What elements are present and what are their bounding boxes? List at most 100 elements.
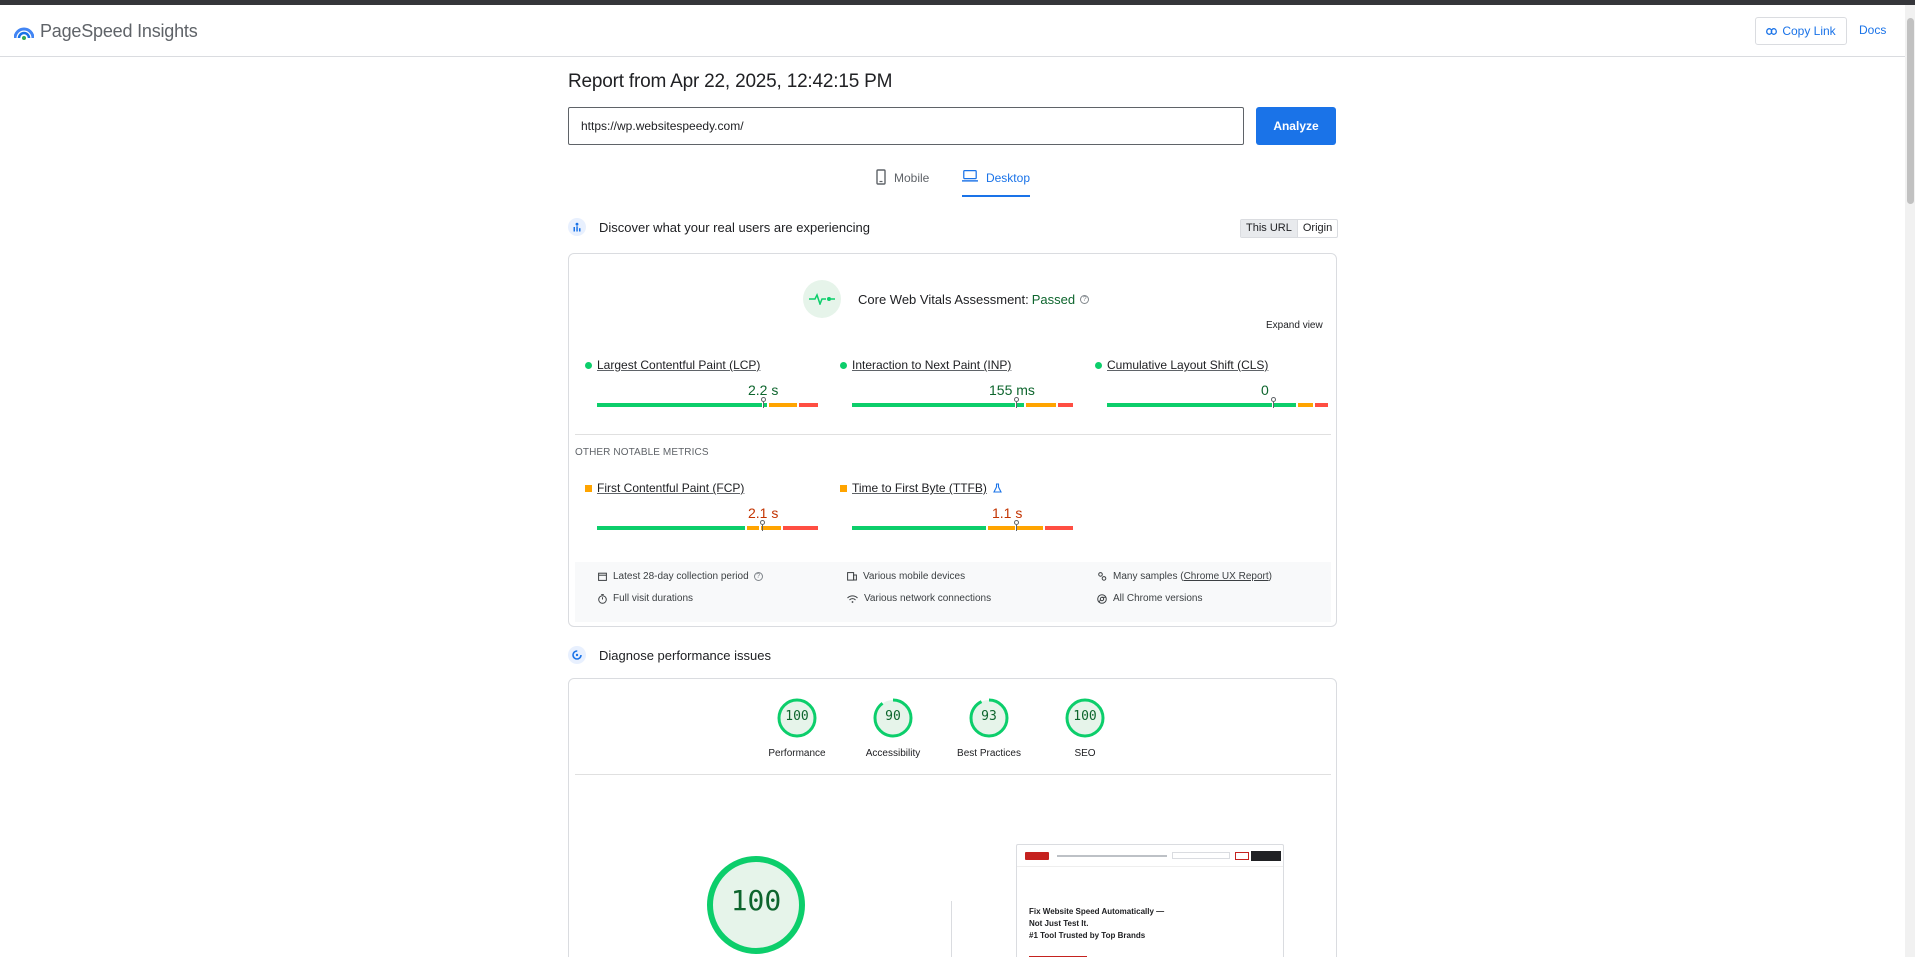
lab-data-heading: Diagnose performance issues	[568, 646, 771, 664]
ttfb-distribution-bar	[852, 520, 1073, 531]
top-header: PageSpeed Insights Copy Link Docs	[0, 5, 1905, 57]
pulse-icon	[803, 280, 841, 318]
seo-label: SEO	[1074, 748, 1096, 759]
thumbnail-headline: Fix Website Speed Automatically — Not Ju…	[1029, 907, 1165, 940]
cls-p75-marker	[1271, 397, 1276, 402]
smartphone-icon	[876, 169, 886, 185]
this-url-button[interactable]: This URL	[1241, 220, 1298, 237]
app-title: PageSpeed Insights	[40, 21, 198, 41]
users-chart-icon	[568, 218, 586, 236]
app-logo[interactable]: PageSpeed Insights	[14, 21, 198, 42]
lab-data-title: Diagnose performance issues	[599, 647, 771, 663]
performance-big-score: 100	[730, 884, 782, 917]
ttfb-p75-marker	[1014, 520, 1019, 525]
help-icon[interactable]: ?	[1080, 294, 1090, 304]
metric-ttfb-name[interactable]: Time to First Byte (TTFB)	[852, 481, 987, 495]
url-origin-toggle: This URL Origin	[1240, 219, 1339, 238]
tab-desktop-label: Desktop	[985, 171, 1030, 185]
help-icon[interactable]: ?	[753, 572, 763, 581]
performance-label: Performance	[768, 748, 826, 759]
stopwatch-icon	[598, 593, 607, 604]
cwv-assessment: Core Web Vitals Assessment: Passed ?	[803, 280, 1090, 318]
chrome-icon	[1097, 593, 1107, 604]
samples-info: Many samples (Chrome UX Report)	[1097, 571, 1272, 582]
lcp-distribution-bar	[597, 397, 818, 408]
best-practices-label: Best Practices	[957, 748, 1021, 759]
laptop-icon	[962, 170, 978, 182]
gauge-screenshot-divider	[951, 901, 952, 957]
calendar-icon	[598, 572, 607, 581]
metric-lcp: Largest Contentful Paint (LCP) 2.2 s	[585, 358, 818, 408]
people-icon	[1098, 572, 1107, 581]
copy-link-button[interactable]: Copy Link	[1755, 17, 1847, 45]
accessibility-score: 90	[885, 709, 901, 724]
score-performance[interactable]: 100 Performance	[757, 698, 837, 759]
link-icon	[1766, 27, 1778, 35]
score-accessibility[interactable]: 90 Accessibility	[853, 698, 933, 759]
performance-big-gauge: 100	[706, 855, 806, 955]
visit-durations-info: Full visit durations	[598, 593, 693, 604]
chrome-ux-report-link[interactable]: Chrome UX Report	[1184, 571, 1269, 582]
metric-fcp: First Contentful Paint (FCP) 2.1 s	[585, 481, 818, 531]
fcp-p75-marker	[760, 520, 765, 525]
good-dot-icon	[585, 361, 592, 369]
metric-inp-value: 155 ms	[989, 382, 1035, 398]
score-best-practices[interactable]: 93 Best Practices	[949, 698, 1029, 759]
tab-mobile[interactable]: Mobile	[876, 168, 929, 198]
copy-link-label: Copy Link	[1782, 24, 1836, 38]
devices-info: Various mobile devices	[847, 571, 965, 582]
devices-icon	[847, 572, 857, 581]
cls-distribution-bar	[1107, 397, 1328, 408]
inp-p75-marker	[1014, 397, 1019, 402]
thumbnail-logo	[1025, 852, 1049, 860]
tab-mobile-label: Mobile	[894, 171, 930, 185]
average-square-icon	[840, 484, 847, 492]
metric-fcp-value: 2.1 s	[748, 505, 779, 521]
collection-info-panel: Latest 28-day collection period ? Full v…	[575, 562, 1331, 622]
metric-lcp-name[interactable]: Largest Contentful Paint (LCP)	[597, 358, 760, 372]
experimental-flask-icon[interactable]	[993, 483, 1002, 493]
cwv-status: Passed	[1031, 291, 1076, 307]
metric-cls: Cumulative Layout Shift (CLS) 0	[1095, 358, 1328, 408]
page-screenshot-thumbnail: Fix Website Speed Automatically — Not Ju…	[1016, 844, 1284, 957]
scrollbar-thumb[interactable]	[1907, 18, 1914, 204]
url-input[interactable]	[568, 107, 1244, 145]
metric-lcp-value: 2.2 s	[748, 382, 779, 398]
performance-score: 100	[785, 709, 809, 724]
best-practices-score: 93	[981, 709, 997, 724]
wifi-icon	[847, 594, 858, 603]
report-title: Report from Apr 22, 2025, 12:42:15 PM	[568, 71, 893, 92]
metric-inp: Interaction to Next Paint (INP) 155 ms	[840, 358, 1073, 408]
lab-data-card: 100 Performance 90 Accessibility 93 Best…	[568, 678, 1337, 957]
scores-divider	[575, 774, 1331, 775]
lab-gauge-icon	[568, 646, 586, 664]
docs-link[interactable]: Docs	[1859, 23, 1886, 37]
accessibility-label: Accessibility	[865, 748, 921, 759]
cwv-label: Core Web Vitals Assessment:	[858, 291, 1029, 307]
tab-desktop[interactable]: Desktop	[962, 168, 1030, 197]
metric-ttfb: Time to First Byte (TTFB) 1.1 s	[840, 481, 1073, 531]
expand-view-button[interactable]: Expand view	[1266, 320, 1323, 331]
fcp-distribution-bar	[597, 520, 818, 531]
lcp-p75-marker	[761, 397, 766, 402]
metric-cls-name[interactable]: Cumulative Layout Shift (CLS)	[1107, 358, 1268, 372]
metric-ttfb-value: 1.1 s	[992, 505, 1023, 521]
other-metrics-title: OTHER NOTABLE METRICS	[575, 447, 709, 458]
average-square-icon	[585, 484, 592, 492]
good-dot-icon	[840, 361, 847, 369]
collection-period-info: Latest 28-day collection period ?	[598, 571, 763, 582]
origin-button[interactable]: Origin	[1298, 220, 1337, 237]
field-data-heading: Discover what your real users are experi…	[568, 218, 870, 236]
network-info: Various network connections	[847, 593, 991, 604]
seo-score: 100	[1073, 709, 1097, 724]
metric-inp-name[interactable]: Interaction to Next Paint (INP)	[852, 358, 1011, 372]
thumbnail-navbar	[1017, 845, 1283, 867]
good-dot-icon	[1095, 361, 1102, 369]
field-data-title: Discover what your real users are experi…	[599, 219, 870, 235]
pagespeed-logo-icon	[14, 27, 34, 40]
analyze-button[interactable]: Analyze	[1256, 107, 1336, 145]
chrome-versions-info: All Chrome versions	[1097, 593, 1202, 604]
metric-fcp-name[interactable]: First Contentful Paint (FCP)	[597, 481, 744, 495]
metrics-divider	[575, 434, 1331, 435]
score-seo[interactable]: 100 SEO	[1045, 698, 1125, 759]
